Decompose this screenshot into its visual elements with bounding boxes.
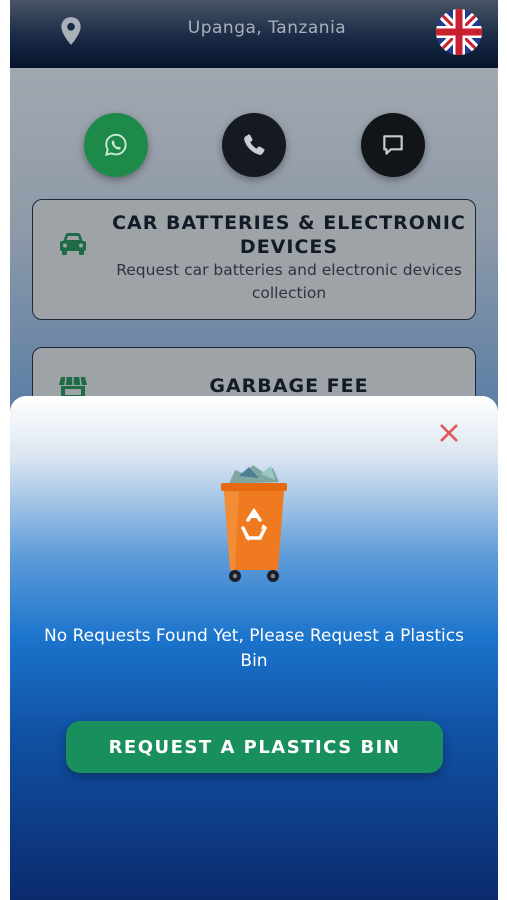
car-icon — [60, 233, 86, 255]
whatsapp-icon — [105, 133, 127, 156]
service-card-car-batteries[interactable]: CAR BATTERIES & ELECTRONIC DEVICES Reque… — [32, 199, 476, 320]
top-bar: Upanga, Tanzania — [10, 0, 498, 68]
request-plastics-bin-button[interactable]: REQUEST A PLASTICS BIN — [66, 721, 443, 773]
chat-icon — [383, 135, 403, 155]
no-requests-modal: No Requests Found Yet, Please Request a … — [10, 396, 498, 900]
whatsapp-button[interactable] — [84, 113, 148, 177]
card-title: GARBAGE FEE — [209, 375, 369, 397]
call-button[interactable] — [222, 113, 286, 177]
close-button[interactable] — [438, 422, 460, 444]
close-icon — [440, 424, 458, 442]
message-button[interactable] — [361, 113, 425, 177]
empty-state-message: No Requests Found Yet, Please Request a … — [44, 626, 464, 671]
phone-icon — [244, 134, 265, 155]
card-title: CAR BATTERIES & ELECTRONIC DEVICES — [112, 212, 466, 258]
app-screen: Upanga, Tanzania CAR BATTERIES & ELECTRO… — [10, 0, 498, 900]
recycle-bin-icon — [221, 465, 287, 582]
card-description: Request car batteries and electronic dev… — [116, 261, 462, 302]
uk-flag-icon[interactable] — [436, 9, 482, 55]
location-label[interactable]: Upanga, Tanzania — [10, 18, 498, 38]
